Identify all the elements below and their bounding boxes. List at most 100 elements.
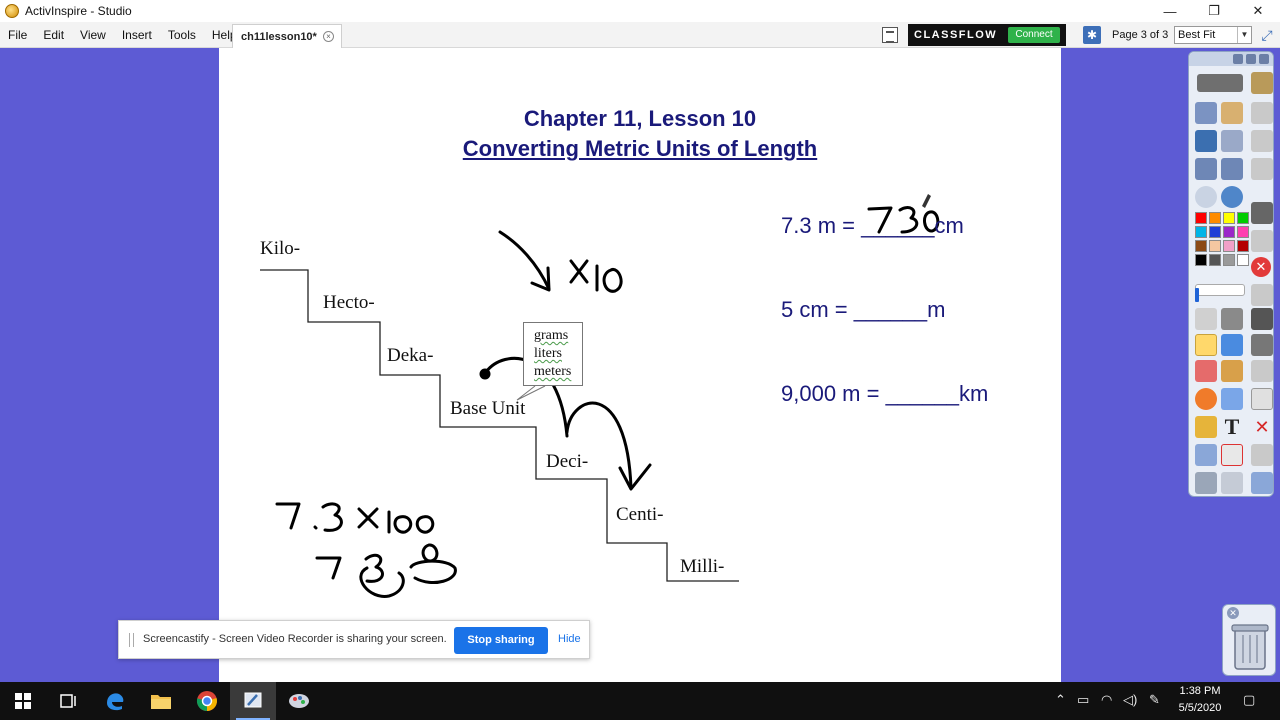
fullscreen-icon[interactable]: ⤢: [1258, 26, 1276, 44]
clock-time[interactable]: 1:38 PM: [1172, 685, 1228, 697]
color-swatch[interactable]: [1209, 212, 1221, 224]
network-icon[interactable]: ▭: [1077, 692, 1089, 708]
color-swatch[interactable]: [1223, 254, 1235, 266]
wifi-icon[interactable]: ◠: [1101, 692, 1112, 708]
connector-icon[interactable]: [1221, 388, 1243, 410]
scroll-icon-6[interactable]: [1251, 360, 1273, 382]
pen-holder-icon[interactable]: [1251, 72, 1273, 94]
menu-edit[interactable]: Edit: [35, 22, 72, 48]
folder-icon[interactable]: [1251, 334, 1273, 356]
document-tab[interactable]: ch11lesson10* ×: [232, 24, 342, 48]
volume-icon[interactable]: ◁): [1123, 692, 1137, 708]
refresh-icon[interactable]: [1221, 444, 1243, 466]
flipchart-page[interactable]: Chapter 11, Lesson 10 Converting Metric …: [219, 48, 1061, 682]
toolbox-dock-icon[interactable]: [1233, 54, 1243, 64]
magic-ink-icon[interactable]: [1195, 416, 1217, 438]
chevron-down-icon[interactable]: ▼: [1237, 27, 1251, 43]
eraser-icon[interactable]: [1195, 360, 1217, 382]
minimize-button[interactable]: —: [1148, 0, 1192, 22]
scroll-icon-3[interactable]: [1251, 158, 1273, 180]
color-swatch[interactable]: [1237, 226, 1249, 238]
ink-times-ten: [569, 259, 623, 293]
undo-icon[interactable]: [1195, 472, 1217, 494]
shape-icon[interactable]: [1195, 388, 1217, 410]
pen-tool-icon[interactable]: [1195, 334, 1217, 356]
color-swatch[interactable]: [1209, 254, 1221, 266]
classflow-logo: CLASSFLOW: [914, 29, 998, 41]
app-taskbar-button[interactable]: [276, 682, 322, 720]
scroll-icon-5[interactable]: [1251, 284, 1273, 306]
highlighter-icon[interactable]: [1221, 334, 1243, 356]
clipboard-icon[interactable]: [1251, 444, 1273, 466]
notifications-icon[interactable]: ▢: [1243, 692, 1255, 708]
select-cursor-icon[interactable]: [1195, 308, 1217, 330]
color-swatch[interactable]: [1237, 254, 1249, 266]
close-window-button[interactable]: ✕: [1236, 0, 1280, 22]
classflow-connect-button[interactable]: Connect: [1008, 27, 1060, 43]
save-icon[interactable]: [1251, 308, 1273, 330]
tools-icon[interactable]: [1221, 130, 1243, 152]
color-swatch[interactable]: [1195, 226, 1207, 238]
pen-width-selector[interactable]: [1195, 284, 1245, 296]
pen-workspace-icon[interactable]: ✎: [1149, 692, 1160, 708]
width-slider-handle[interactable]: [1195, 288, 1199, 302]
color-swatch[interactable]: [1209, 240, 1221, 252]
close-tab-icon[interactable]: ×: [323, 31, 334, 42]
delete-icon[interactable]: ✕: [1251, 416, 1273, 438]
scroll-icon-2[interactable]: [1251, 130, 1273, 152]
color-swatch[interactable]: [1223, 240, 1235, 252]
resource-library-icon[interactable]: [1221, 102, 1243, 124]
close-icon[interactable]: ✕: [1251, 257, 1271, 277]
color-swatch[interactable]: [1195, 254, 1207, 266]
snowflake-icon[interactable]: ✱: [1083, 26, 1101, 44]
flipchart-browser-icon[interactable]: [1195, 102, 1217, 124]
scroll-icon[interactable]: [1251, 102, 1273, 124]
color-swatch[interactable]: [1237, 240, 1249, 252]
color-swatch[interactable]: [1209, 226, 1221, 238]
task-view-button[interactable]: [46, 682, 92, 720]
edge-taskbar-button[interactable]: [92, 682, 138, 720]
start-button[interactable]: [0, 682, 46, 720]
toolbox-collapse-icon[interactable]: [1246, 54, 1256, 64]
stop-sharing-button[interactable]: Stop sharing: [454, 627, 548, 654]
chrome-taskbar-button[interactable]: [184, 682, 230, 720]
chevron-up-icon[interactable]: ⌃: [1055, 692, 1066, 708]
file-explorer-button[interactable]: [138, 682, 184, 720]
color-swatch[interactable]: [1223, 212, 1235, 224]
scroll-icon-4[interactable]: [1251, 230, 1273, 252]
toolbox-pin-icon[interactable]: [1259, 54, 1269, 64]
activinspire-taskbar-button[interactable]: [230, 682, 276, 720]
save-copy-icon[interactable]: [1251, 472, 1273, 494]
trash-panel: ✕: [1222, 604, 1276, 676]
menu-file[interactable]: File: [0, 22, 35, 48]
menu-tools[interactable]: Tools: [160, 22, 204, 48]
text-tool-icon[interactable]: T: [1221, 416, 1243, 438]
web-browser-icon[interactable]: [1221, 186, 1243, 208]
step-hecto: Hecto-: [323, 292, 375, 313]
toolbox-header[interactable]: [1189, 52, 1273, 66]
fill-icon[interactable]: [1221, 360, 1243, 382]
previous-page-icon[interactable]: [1195, 158, 1217, 180]
color-swatch[interactable]: [1195, 212, 1207, 224]
hide-button[interactable]: Hide: [558, 633, 581, 645]
restore-button[interactable]: ❐: [1192, 0, 1236, 22]
next-page-icon[interactable]: [1221, 158, 1243, 180]
color-swatch[interactable]: [1237, 212, 1249, 224]
drag-handle-icon[interactable]: [129, 633, 134, 647]
clock-date[interactable]: 5/5/2020: [1172, 702, 1228, 714]
color-swatch[interactable]: [1195, 240, 1207, 252]
color-swatch[interactable]: [1223, 226, 1235, 238]
reset-page-icon[interactable]: [1195, 444, 1217, 466]
share-icon[interactable]: [1197, 74, 1243, 92]
menu-view[interactable]: View: [72, 22, 114, 48]
crosshair-icon[interactable]: [1221, 308, 1243, 330]
page-view-icon[interactable]: [882, 27, 898, 43]
duplicate-icon[interactable]: [1251, 388, 1273, 410]
play-icon[interactable]: [1195, 186, 1217, 208]
menu-insert[interactable]: Insert: [114, 22, 160, 48]
desktop-annotate-icon[interactable]: [1195, 130, 1217, 152]
close-icon[interactable]: ✕: [1227, 607, 1239, 619]
zoom-select[interactable]: Best Fit ▼: [1174, 26, 1252, 44]
printer-icon[interactable]: [1251, 202, 1273, 224]
redo-icon[interactable]: [1221, 472, 1243, 494]
